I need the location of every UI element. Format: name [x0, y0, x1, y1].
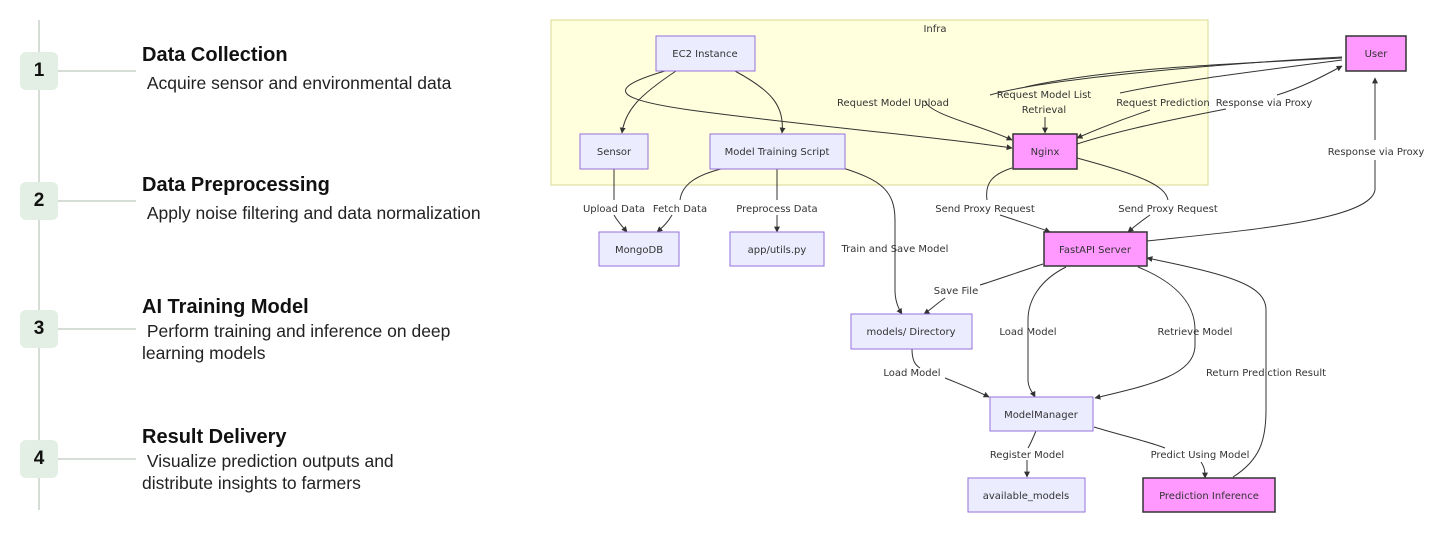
node-label: Prediction Inference [1159, 491, 1259, 502]
node-label: FastAPI Server [1059, 245, 1132, 256]
edge-label: Request Prediction [1116, 98, 1209, 109]
edge-label: Save File [934, 286, 978, 297]
edge-label: Train and Save Model [841, 244, 949, 255]
edge-label: Fetch Data [653, 204, 707, 215]
node-models-directory[interactable]: models/ Directory [850, 313, 973, 350]
edge-label: Request Model List [997, 90, 1092, 101]
node-user[interactable]: User [1345, 35, 1407, 72]
node-label: models/ Directory [867, 327, 956, 338]
node-label: EC2 Instance [672, 49, 737, 60]
node-model-training-script[interactable]: Model Training Script [709, 133, 846, 170]
node-label: Nginx [1031, 147, 1060, 158]
node-nginx[interactable]: Nginx [1012, 133, 1078, 170]
node-label: User [1365, 49, 1389, 60]
edge-label: Predict Using Model [1151, 450, 1250, 461]
architecture-diagram: Infra EC2 Instance Sensor Model Training… [550, 19, 1425, 513]
edge-label: Send Proxy Request [1118, 204, 1218, 215]
edge-label: Load Model [999, 327, 1056, 338]
edge-label: Return Prediction Result [1206, 368, 1326, 379]
edge-label: Response via Proxy [1328, 147, 1425, 158]
node-mongodb[interactable]: MongoDB [598, 231, 680, 267]
node-label: available_models [983, 491, 1069, 502]
edge-label: Register Model [990, 450, 1064, 461]
infra-subgraph-label: Infra [923, 24, 946, 35]
edge-training-modelsdir [842, 167, 903, 315]
node-prediction-inference[interactable]: Prediction Inference [1142, 477, 1276, 513]
node-app-utils[interactable]: app/utils.py [729, 231, 825, 267]
node-fastapi-server[interactable]: FastAPI Server [1043, 231, 1148, 267]
edge-label: Retrieve Model [1158, 327, 1233, 338]
node-label: Sensor [597, 147, 632, 158]
node-label: Model Training Script [725, 147, 830, 158]
edge-label: Upload Data [583, 204, 645, 215]
edge-label: Response via Proxy [1216, 98, 1313, 109]
node-available-models[interactable]: available_models [967, 477, 1086, 513]
edge-label: Send Proxy Request [935, 204, 1035, 215]
node-ec2-instance[interactable]: EC2 Instance [655, 35, 756, 72]
node-label: MongoDB [615, 245, 663, 256]
edge-label: Request Model Upload [837, 98, 949, 109]
node-model-manager[interactable]: ModelManager [989, 396, 1094, 432]
node-label: app/utils.py [748, 245, 807, 256]
edge-label: Preprocess Data [736, 204, 817, 215]
node-label: ModelManager [1004, 410, 1079, 421]
edge-label: Load Model [883, 368, 940, 379]
edge-label: Retrieval [1022, 105, 1066, 116]
node-sensor[interactable]: Sensor [579, 133, 649, 170]
